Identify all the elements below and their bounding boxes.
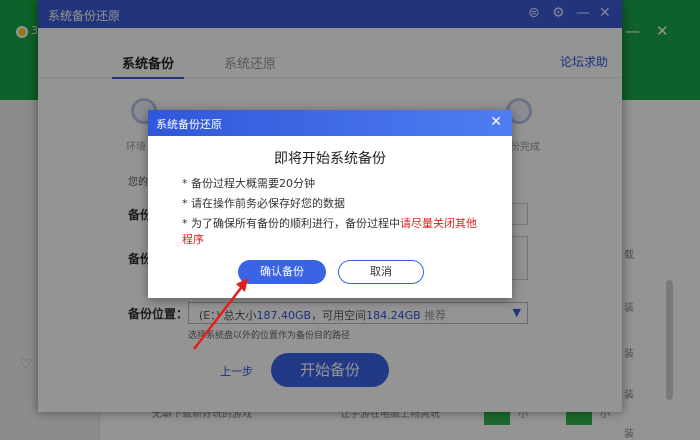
close-icon[interactable]: ✕ [490,114,502,130]
info-bullet: * 备份过程大概需要20分钟 [182,176,482,192]
dialog-titlebar: 系统备份还原 ✕ [148,110,512,136]
cancel-button[interactable]: 取消 [338,260,424,284]
dialog-heading: 即将开始系统备份 [274,151,386,167]
dialog-title: 系统备份还原 [156,118,222,131]
warning-bullet: * 为了确保所有备份的顺利进行，备份过程中请尽量关闭其他程序 [182,216,482,248]
bullet-text: * 为了确保所有备份的顺利进行，备份过程中 [182,217,400,230]
info-bullet: * 请在操作前务必保存好您的数据 [182,196,482,212]
bullet-text: * 备份过程大概需要20分钟 [182,177,315,190]
confirm-backup-dialog: 系统备份还原 ✕ 即将开始系统备份 * 备份过程大概需要20分钟 * 请在操作前… [148,110,512,298]
bullet-text: * 请在操作前务必保存好您的数据 [182,197,345,210]
confirm-backup-button[interactable]: 确认备份 [238,260,326,284]
